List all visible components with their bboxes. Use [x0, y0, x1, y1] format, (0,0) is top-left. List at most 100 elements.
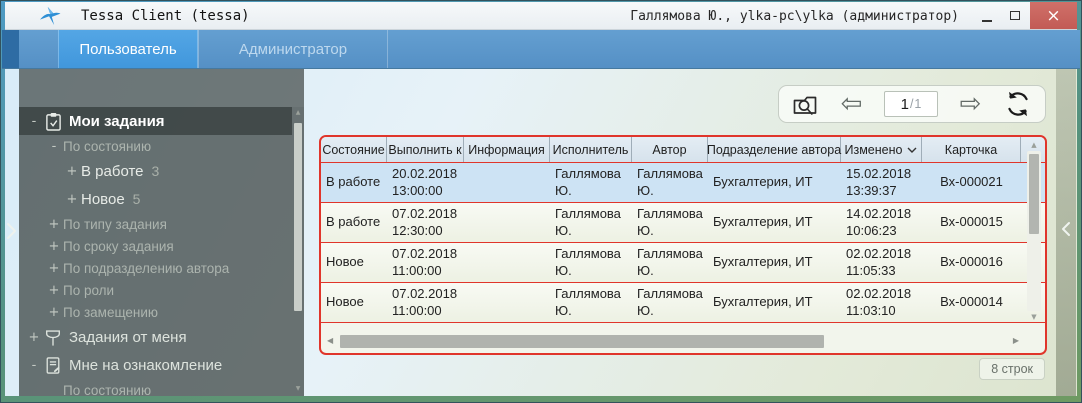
table-cell — [464, 283, 550, 322]
column-header[interactable]: Карточка — [922, 137, 1021, 162]
row-count-label: 8 строк — [991, 362, 1033, 376]
scrollbar-thumb[interactable] — [294, 123, 302, 311]
sidebar-item-label: По подразделению автора — [63, 261, 229, 276]
column-header-label: Автор — [652, 143, 686, 157]
clipboard-check-icon — [43, 112, 63, 131]
table-horizontal-scrollbar[interactable]: ◀ ▶ — [327, 335, 1019, 348]
sidebar-scrollbar[interactable]: ▲ ▼ — [293, 109, 303, 392]
table-cell: Галлямова Ю. — [550, 163, 632, 202]
table-cell: 07.02.2018 11:00:00 — [387, 283, 464, 322]
column-header[interactable]: Изменено — [841, 137, 922, 162]
page-current: 1 — [901, 96, 909, 113]
table-cell — [464, 243, 550, 282]
table-vertical-scrollbar[interactable]: ▲ ▼ — [1026, 141, 1042, 321]
table-cell: Бухгалтерия, ИТ — [708, 203, 841, 242]
table-body: В работе20.02.2018 13:00:00 Галлямова Ю.Г… — [321, 163, 1045, 323]
tab-label: Администратор — [239, 41, 347, 58]
sidebar-item-label: В работе — [81, 163, 144, 180]
maximize-button[interactable] — [1002, 2, 1028, 29]
column-header[interactable]: Информация — [464, 137, 550, 162]
scrollbar-thumb[interactable] — [1029, 154, 1039, 234]
collapse-icon[interactable]: - — [25, 114, 43, 129]
scroll-up-icon[interactable]: ▲ — [1026, 141, 1042, 149]
scroll-down-icon[interactable]: ▼ — [1026, 313, 1042, 321]
user-info: Галлямова Ю., ylka-pc\ylka (администрато… — [630, 9, 959, 24]
sidebar-item[interactable]: +По типу задания — [19, 213, 292, 235]
scrollbar-thumb[interactable] — [340, 335, 824, 348]
sidebar-item-label: Задания от меня — [69, 329, 187, 346]
app-logo-icon — [39, 6, 61, 31]
table-cell: 20.02.2018 13:00:00 — [387, 163, 464, 202]
sidebar-item[interactable]: +По роли — [19, 279, 292, 301]
table-cell: Вх-000021 — [922, 163, 1021, 202]
sidebar-item[interactable]: +По замещению — [19, 301, 292, 323]
sidebar-item[interactable]: -Мне на ознакомление — [19, 351, 292, 379]
tab-bar: Пользователь Администратор — [2, 30, 1080, 69]
scroll-down-icon[interactable]: ▼ — [293, 385, 303, 392]
sidebar-item[interactable]: +В работе3 — [19, 157, 292, 185]
table-cell: 02.02.2018 11:03:10 — [841, 283, 922, 322]
expand-icon[interactable]: + — [63, 192, 81, 207]
panel-expand-chevron-icon[interactable] — [1061, 221, 1071, 237]
expand-icon[interactable]: + — [45, 217, 63, 232]
previous-page-button[interactable]: ⇦ — [841, 91, 863, 117]
table-cell: Бухгалтерия, ИТ — [708, 163, 841, 202]
column-header[interactable]: Состояние — [321, 137, 387, 162]
search-folder-button[interactable] — [791, 91, 819, 117]
refresh-button[interactable] — [1003, 90, 1033, 118]
scroll-right-icon[interactable]: ▶ — [1013, 336, 1019, 345]
table-cell: В работе — [321, 163, 387, 202]
column-header-label: Выполнить к — [388, 143, 461, 157]
expand-icon[interactable]: + — [45, 305, 63, 320]
page-indicator[interactable]: 1 / 1 — [884, 91, 938, 117]
tab-admin[interactable]: Администратор — [198, 30, 388, 68]
collapse-icon[interactable]: - — [45, 139, 63, 154]
row-count-badge[interactable]: 8 строк — [979, 358, 1045, 380]
refresh-icon — [1003, 90, 1033, 118]
expand-icon[interactable]: + — [63, 164, 81, 179]
table-cell: Вх-000014 — [922, 283, 1021, 322]
window-title: Tessa Client (tessa) — [81, 8, 250, 24]
scroll-left-icon[interactable]: ◀ — [327, 336, 333, 345]
table-cell: Галлямова Ю. — [550, 203, 632, 242]
tab-label: Пользователь — [79, 41, 176, 58]
sidebar-item[interactable]: По состоянию — [19, 379, 292, 396]
table-cell: Бухгалтерия, ИТ — [708, 283, 841, 322]
table-cell: 07.02.2018 11:00:00 — [387, 243, 464, 282]
table-cell: Вх-000016 — [922, 243, 1021, 282]
app-window: Tessa Client (tessa) Галлямова Ю., ylka-… — [0, 0, 1082, 403]
sidebar-item[interactable]: +По сроку задания — [19, 235, 292, 257]
sidebar-item[interactable]: -Мои задания — [19, 107, 292, 135]
expand-icon[interactable]: + — [25, 330, 43, 345]
column-header-label: Исполнитель — [553, 143, 629, 157]
next-page-button[interactable]: ⇨ — [960, 91, 982, 117]
expand-icon[interactable]: + — [45, 239, 63, 254]
column-header[interactable]: Подразделение автора — [708, 137, 841, 162]
column-header-label: Изменено — [845, 143, 903, 157]
scroll-up-icon[interactable]: ▲ — [293, 109, 303, 116]
page-total: 1 — [914, 97, 921, 111]
expand-icon[interactable]: + — [45, 283, 63, 298]
right-panel-strip — [1056, 69, 1076, 396]
column-header[interactable]: Исполнитель — [550, 137, 632, 162]
tab-bar-notch — [2, 30, 19, 68]
close-button[interactable]: × — [1030, 2, 1077, 29]
tab-user[interactable]: Пользователь — [58, 30, 198, 68]
sidebar-item[interactable]: + Задания от меня — [19, 323, 292, 351]
sidebar-item[interactable]: +Новое5 — [19, 185, 292, 213]
sidebar-expand-chevron-icon[interactable] — [6, 222, 17, 245]
column-header[interactable]: Автор — [632, 137, 708, 162]
sidebar-item[interactable]: -По состоянию — [19, 135, 292, 157]
item-count-badge: 5 — [133, 191, 141, 207]
table-row[interactable]: Новое07.02.2018 11:00:00Галлямова Ю.Галл… — [321, 283, 1045, 323]
collapse-icon[interactable]: - — [25, 358, 43, 373]
table-row[interactable]: В работе07.02.2018 12:30:00Галлямова Ю.Г… — [321, 203, 1045, 243]
column-header[interactable]: Выполнить к — [387, 137, 464, 162]
expand-icon[interactable]: + — [45, 261, 63, 276]
table-row[interactable]: В работе20.02.2018 13:00:00Галлямова Ю.Г… — [321, 163, 1045, 203]
table-row[interactable]: Новое07.02.2018 11:00:00Галлямова Ю.Галл… — [321, 243, 1045, 283]
minimize-button[interactable] — [974, 2, 1000, 29]
sidebar-item[interactable]: +По подразделению автора — [19, 257, 292, 279]
sidebar-item-label: По замещению — [63, 305, 158, 320]
scrollbar-track[interactable] — [1027, 151, 1041, 311]
